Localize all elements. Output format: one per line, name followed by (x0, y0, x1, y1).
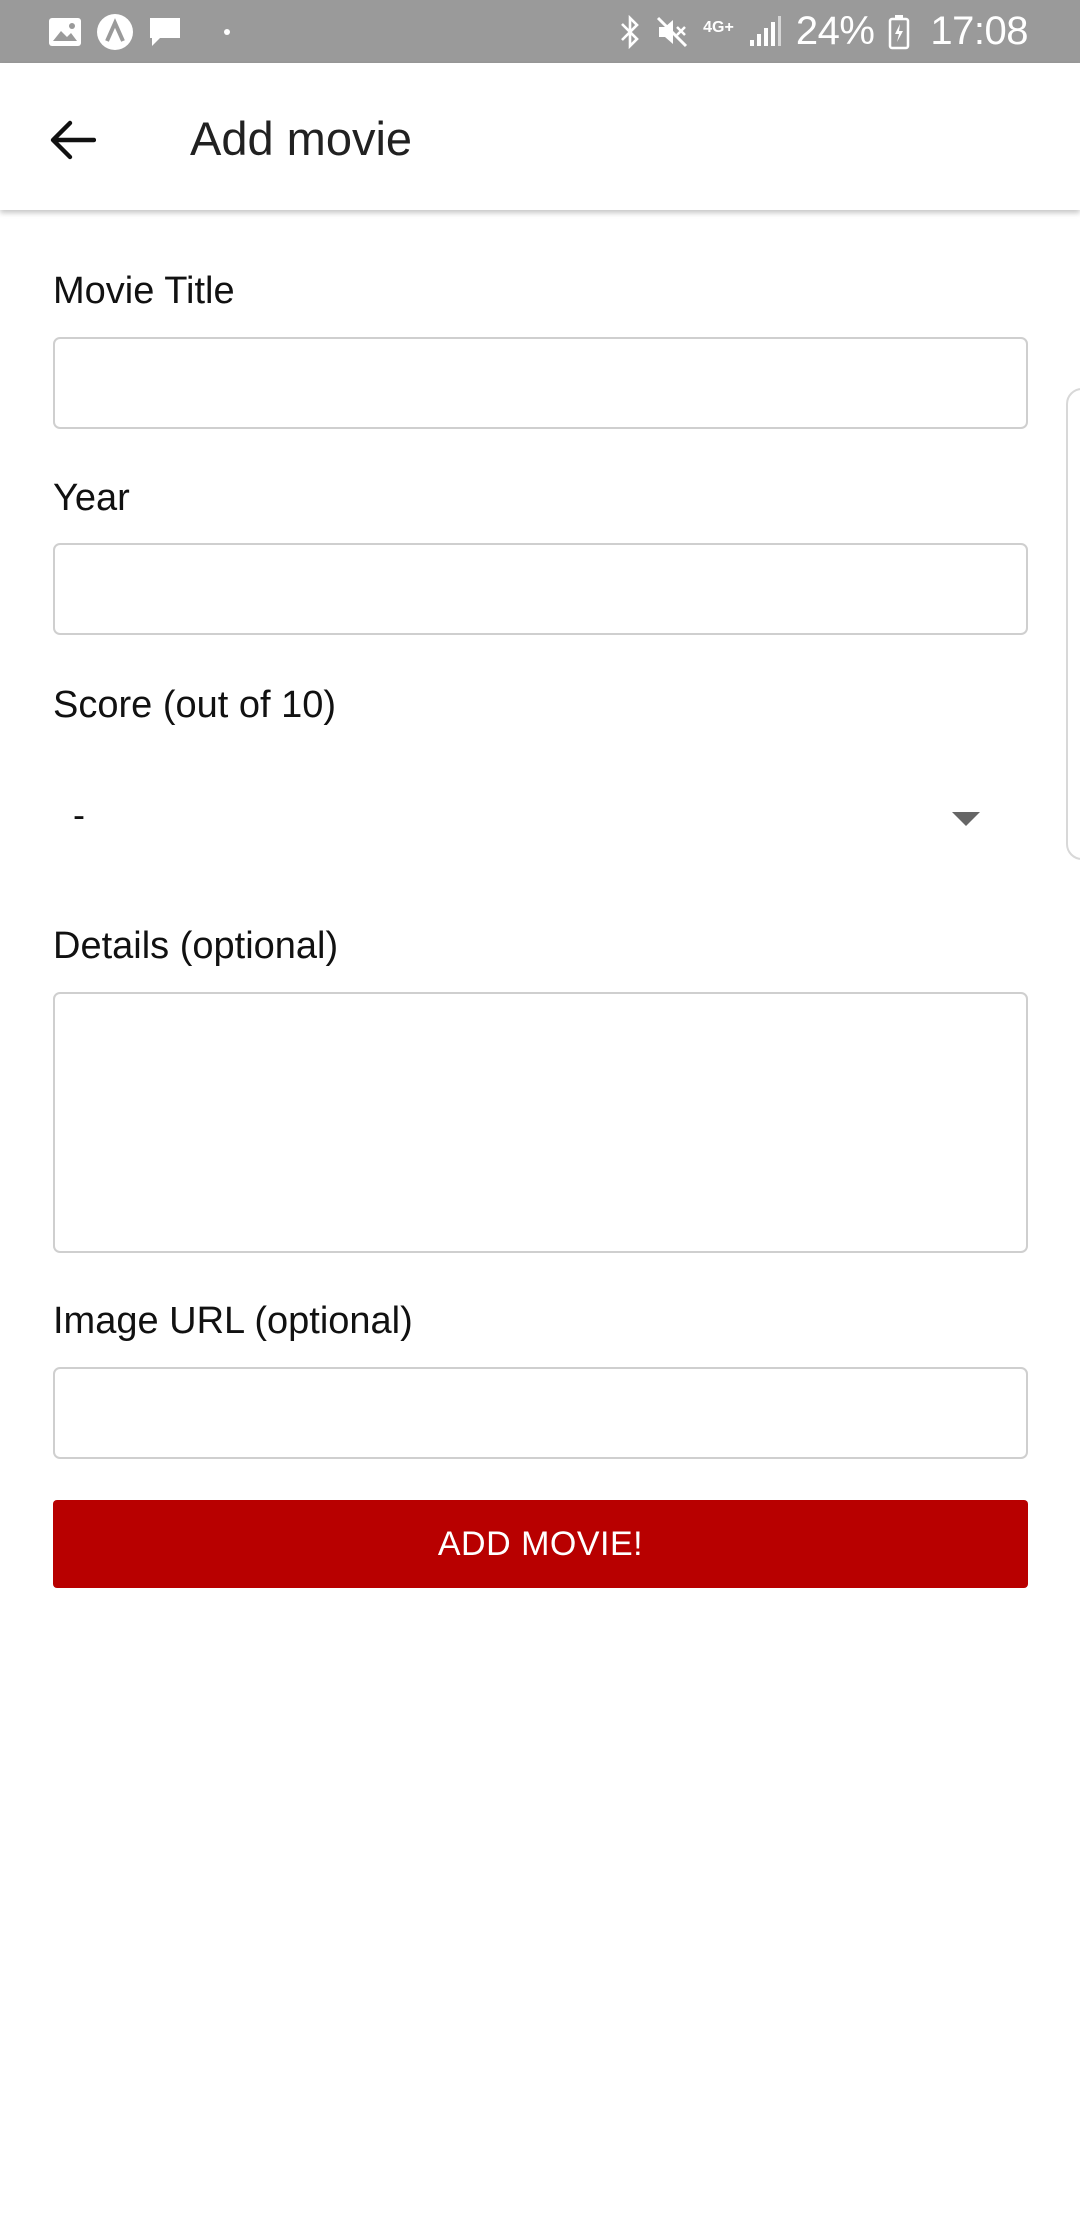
year-input[interactable] (53, 543, 1028, 635)
score-selected-value: - (73, 794, 85, 835)
dropdown-arrow-icon (952, 812, 980, 826)
back-button[interactable] (36, 103, 110, 177)
details-textarea[interactable] (53, 992, 1028, 1253)
add-movie-screen: 4G+ 24% 17:08 Add movie Movie Title Year… (0, 0, 1080, 2220)
add-movie-button[interactable]: ADD MOVIE! (53, 1500, 1028, 1588)
score-select[interactable]: - (53, 770, 1028, 870)
year-label: Year (53, 477, 130, 519)
app-bar: Add movie (0, 63, 1080, 210)
app-a-icon (96, 13, 134, 51)
battery-icon (888, 14, 910, 50)
movie-title-input[interactable] (53, 337, 1028, 429)
score-label: Score (out of 10) (53, 684, 337, 726)
chat-icon (148, 16, 182, 48)
page-title: Add movie (190, 112, 413, 165)
battery-percent: 24% (795, 9, 875, 53)
image-url-label: Image URL (optional) (53, 1300, 413, 1342)
status-bar-system: 4G+ 24% 17:08 (619, 0, 1028, 63)
dot-icon (224, 28, 230, 35)
scroll-edge-indicator (1066, 388, 1080, 860)
network-type: 4G+ (703, 18, 734, 36)
image-url-input[interactable] (53, 1367, 1028, 1459)
arrow-left-icon (50, 120, 96, 160)
clock: 17:08 (930, 9, 1028, 53)
image-icon (48, 17, 82, 47)
status-bar: 4G+ 24% 17:08 (0, 0, 1080, 63)
bluetooth-icon (619, 14, 641, 49)
status-bar-notifications (48, 0, 230, 63)
details-label: Details (optional) (53, 925, 339, 967)
mute-icon (655, 15, 689, 49)
movie-title-label: Movie Title (53, 270, 235, 312)
signal-icon (748, 15, 782, 48)
